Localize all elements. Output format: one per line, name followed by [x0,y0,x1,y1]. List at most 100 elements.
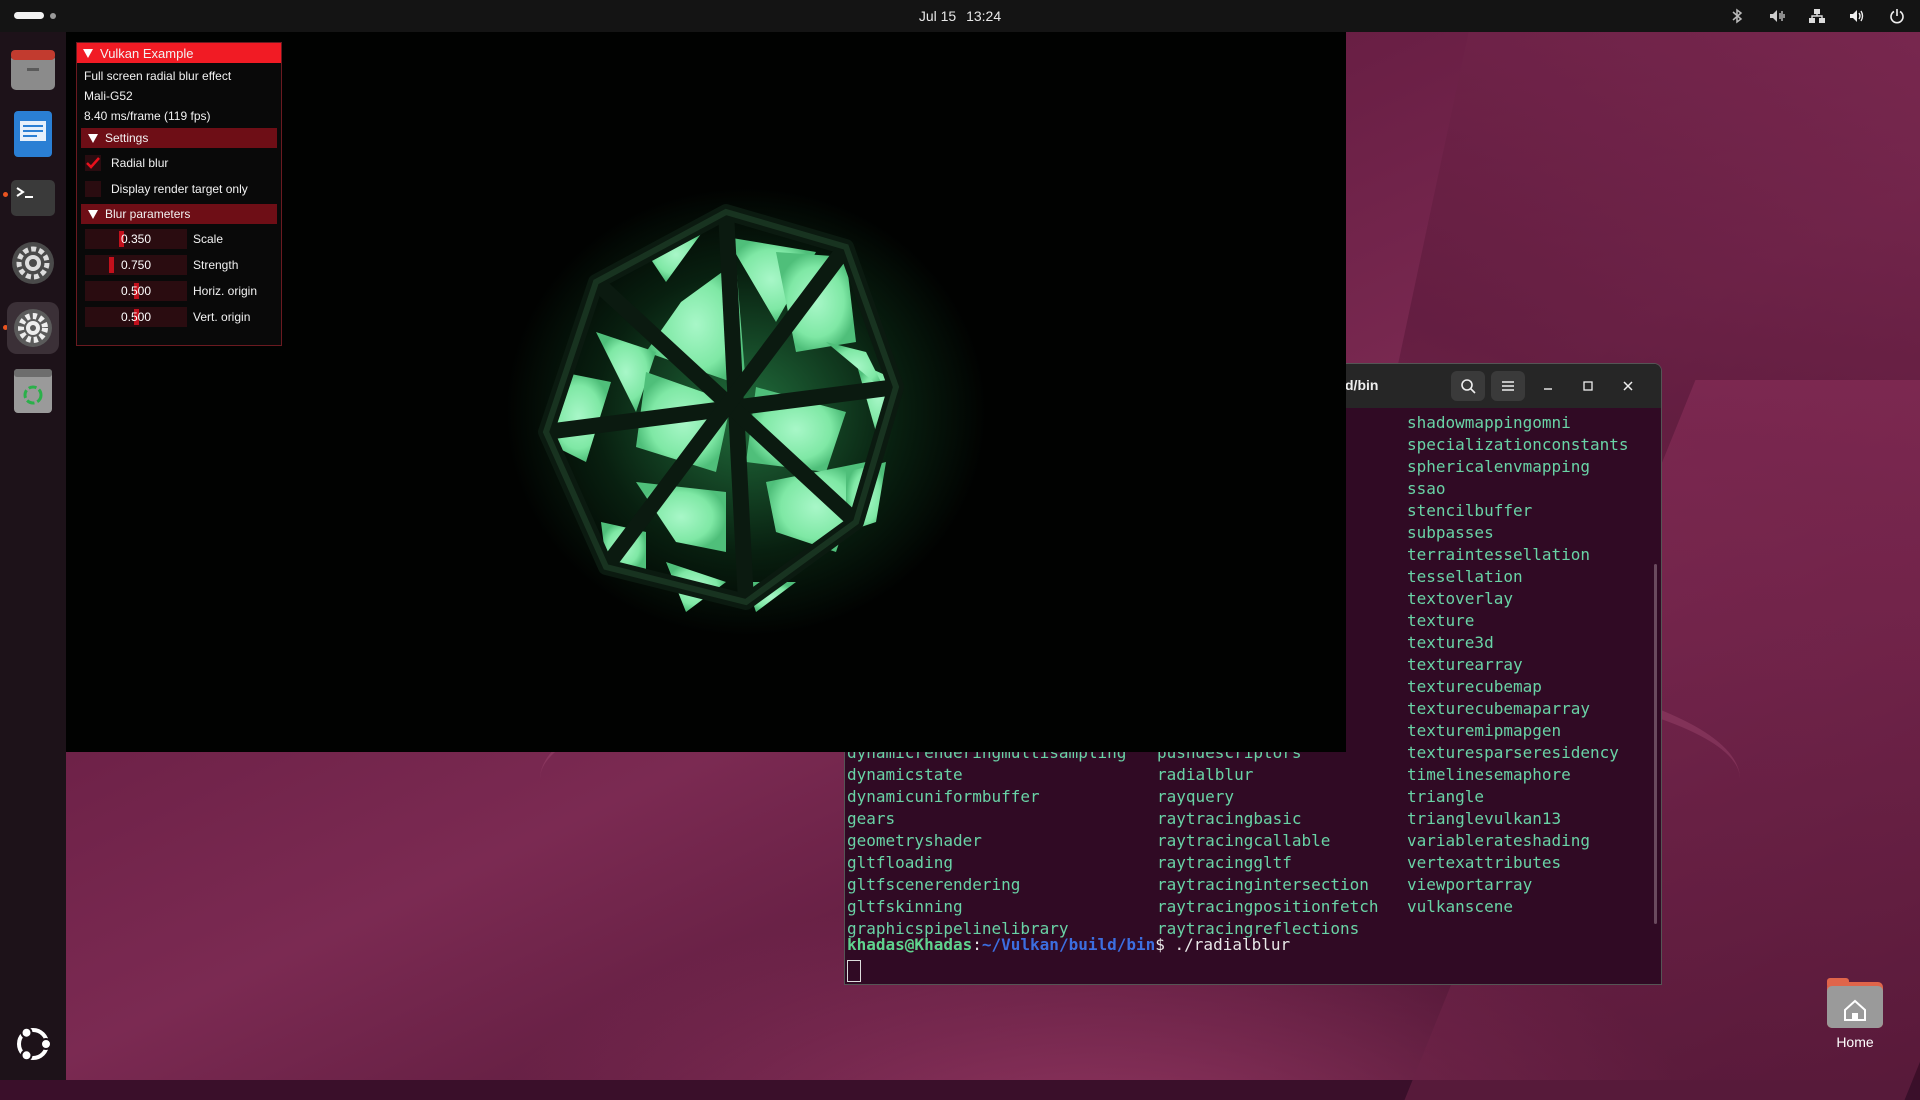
terminal-entry: raytracingcallable [1157,831,1331,850]
display-target-checkbox-row[interactable]: Display render target only [77,176,281,202]
terminal-entry: texturemipmapgen [1407,721,1562,740]
collapse-triangle-icon [88,133,98,143]
prompt-user: khadas@Khadas [847,935,973,954]
terminal-entry: subpasses [1407,523,1494,542]
dock [0,32,66,1080]
terminal-entry: raytracinggltf [1157,853,1292,872]
terminal-entry: gltfskinning [847,897,963,916]
minimize-icon[interactable] [1531,371,1565,401]
close-icon[interactable] [1611,371,1645,401]
terminal-entry: texturecubemap [1407,677,1542,696]
files-app-icon[interactable] [7,44,59,96]
terminal-entry: stencilbuffer [1407,501,1533,520]
slider-grab[interactable] [109,257,114,273]
prompt-path: ~/Vulkan/build/bin [981,935,1156,954]
terminal-entry: timelinesemaphore [1407,765,1571,784]
slider-row[interactable]: 0.500 Horiz. origin [77,278,281,304]
slider-value: 0.750 [120,258,152,272]
terminal-entry: trianglevulkan13 [1407,809,1562,828]
volume-icon[interactable] [1848,7,1866,25]
menu-icon[interactable] [1491,371,1525,401]
terminal-entry: vulkanscene [1407,897,1513,916]
display-target-label: Display render target only [111,182,248,196]
search-icon[interactable] [1451,371,1485,401]
settings-app-icon[interactable] [7,237,59,289]
terminal-entry: viewportarray [1407,875,1533,894]
terminal-entry: tessellation [1407,567,1523,586]
slider-row[interactable]: 0.350 Scale [77,226,281,252]
vulkan-window[interactable]: Vulkan Example Full screen radial blur e… [66,32,1346,752]
terminal-entry: specializationconstants [1407,435,1629,454]
settings-header[interactable]: Settings [81,128,277,148]
terminal-entry: gltfscenerendering [847,875,1021,894]
slider-label: Strength [193,258,239,272]
radial-blur-label: Radial blur [111,156,169,170]
settings-header-label: Settings [105,131,149,145]
clock[interactable]: Jul 15 13:24 [0,8,1920,24]
terminal-app-icon[interactable] [7,172,59,224]
blur-sliders: 0.350 Scale 0.750 Strength 0.500 Horiz. origi… [77,226,281,330]
terminal-entry: shadowmappingomni [1407,413,1571,432]
top-bar: Jul 15 13:24 [0,0,1920,32]
slider-track[interactable]: 0.350 [85,229,187,249]
terminal-entry: texture [1407,611,1475,630]
system-tray[interactable] [1728,7,1906,25]
imgui-panel[interactable]: Vulkan Example Full screen radial blur e… [76,42,282,346]
slider-row[interactable]: 0.750 Strength [77,252,281,278]
checkmark-icon [86,157,100,169]
blur-parameters-label: Blur parameters [105,207,191,221]
writer-app-icon[interactable] [7,108,59,160]
radial-blur-render [538,204,904,612]
terminal-entry: raytracingintersection [1157,875,1369,894]
terminal-entry: terraintessellation [1407,545,1591,564]
prompt-command: $ ./radialblur [1155,935,1291,954]
radial-blur-checkbox[interactable] [85,155,101,171]
terminal-entry: radialblur [1157,765,1254,784]
radial-blur-checkbox-row[interactable]: Radial blur [77,150,281,176]
slider-track[interactable]: 0.500 [85,307,187,327]
speaker-icon[interactable] [1768,7,1786,25]
blur-parameters-header[interactable]: Blur parameters [81,204,277,224]
settings-active-app-icon[interactable] [7,302,59,354]
terminal-entry: texturesparseresidency [1407,743,1619,762]
home-desktop-icon[interactable]: Home [1820,978,1890,1050]
terminal-entry: gears [847,809,896,828]
clock-time: 13:24 [966,8,1002,24]
terminal-entry: texturecubemaparray [1407,699,1591,718]
terminal-entry: raytracingpositionfetch [1157,897,1379,916]
terminal-entry: texture3d [1407,633,1494,652]
power-icon[interactable] [1888,7,1906,25]
collapse-triangle-icon[interactable] [83,48,93,58]
imgui-title-bar[interactable]: Vulkan Example [77,43,281,63]
maximize-icon[interactable] [1571,371,1605,401]
terminal-entry: rayquery [1157,787,1235,806]
network-icon[interactable] [1808,7,1826,25]
terminal-entry: geometryshader [847,831,982,850]
slider-track[interactable]: 0.750 [85,255,187,275]
slider-value: 0.350 [120,232,152,246]
imgui-description: Full screen radial blur effect [84,69,232,83]
terminal-entry: vertexattributes [1407,853,1562,872]
terminal-cursor [847,960,861,982]
display-target-checkbox[interactable] [85,181,101,197]
ubuntu-logo-icon[interactable] [7,1018,59,1070]
slider-label: Scale [193,232,224,246]
bluetooth-icon[interactable] [1728,7,1746,25]
terminal-entry: variablerateshading [1407,831,1591,850]
terminal-entry: dynamicuniformbuffer [847,787,1040,806]
terminal-entry: gltfloading [847,853,953,872]
imgui-gpu: Mali-G52 [84,89,133,103]
terminal-entry: dynamicstate [847,765,963,784]
slider-track[interactable]: 0.500 [85,281,187,301]
slider-value: 0.500 [120,310,152,324]
collapse-triangle-icon [88,209,98,219]
slider-value: 0.500 [120,284,152,298]
imgui-perf: 8.40 ms/frame (119 fps) [84,109,211,123]
terminal-entry: texturearray [1407,655,1523,674]
home-label: Home [1836,1034,1874,1050]
terminal-scrollbar[interactable] [1654,564,1657,924]
slider-row[interactable]: 0.500 Vert. origin [77,304,281,330]
terminal-entry: raytracingbasic [1157,809,1302,828]
trash-icon[interactable] [7,365,59,417]
prompt-sep: : [972,935,982,954]
